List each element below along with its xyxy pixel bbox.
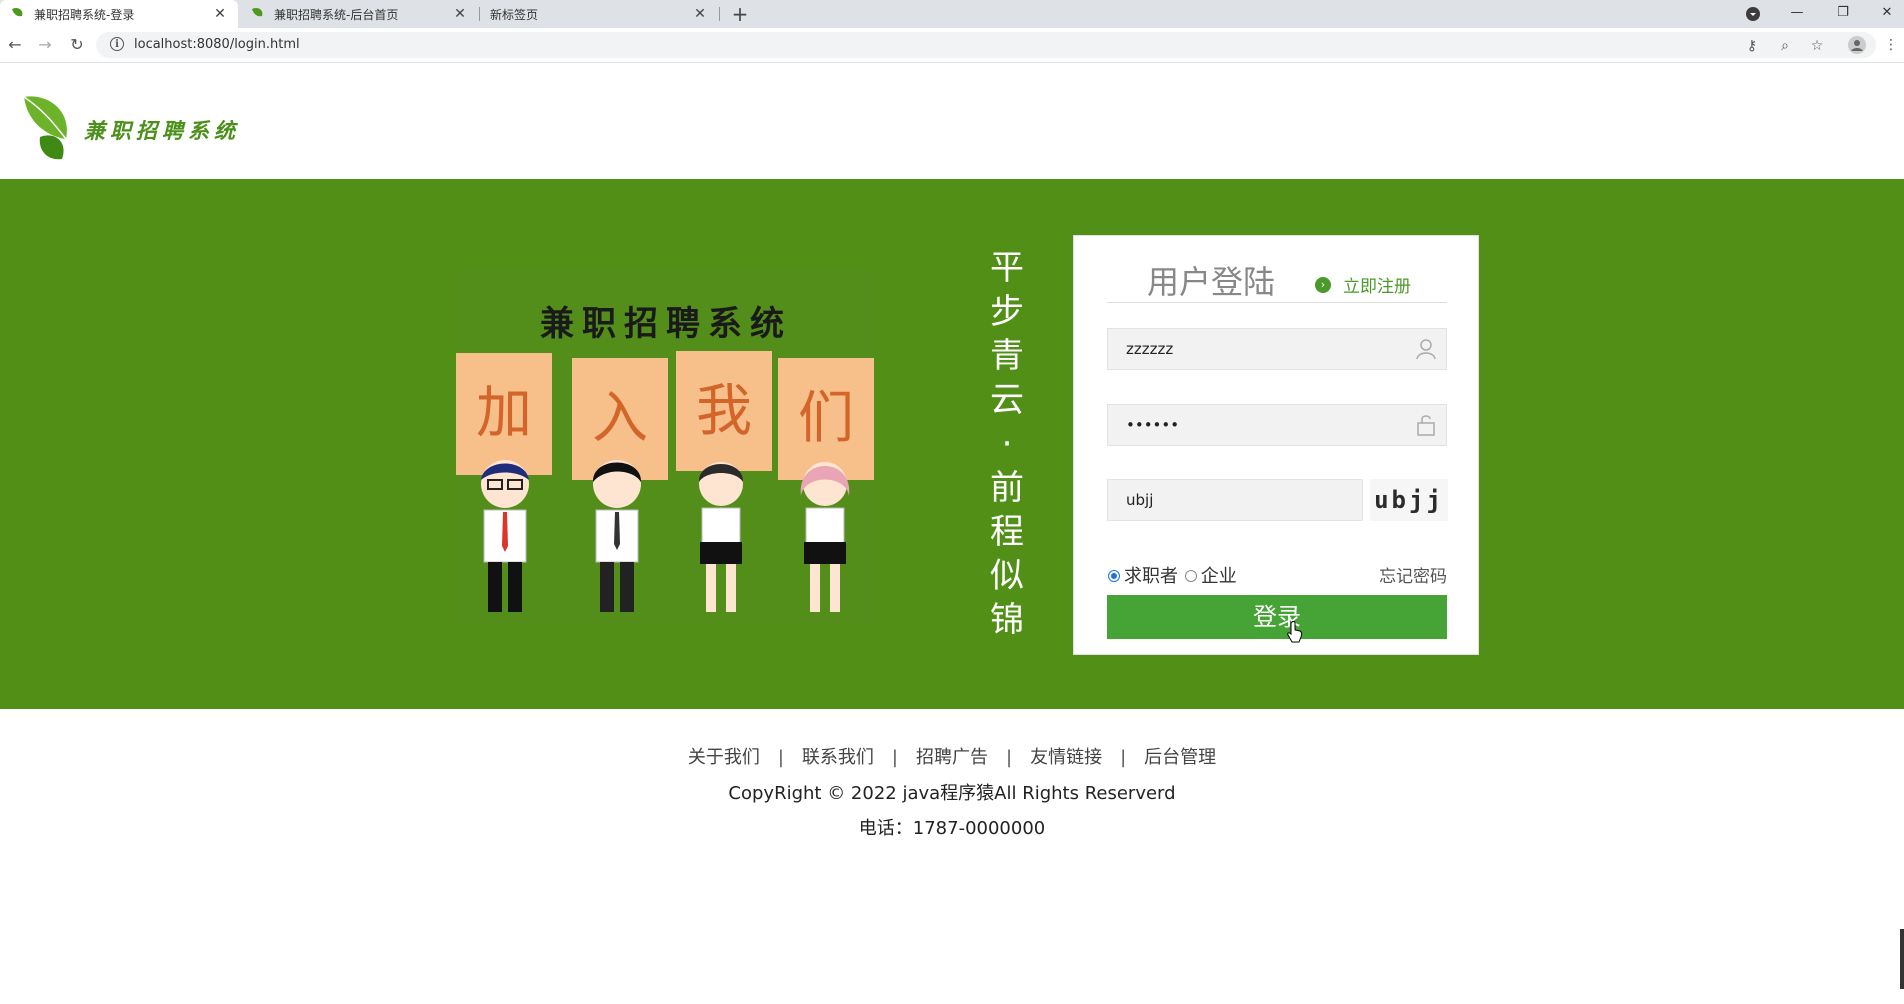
account-icon[interactable] bbox=[1848, 36, 1866, 54]
promo-title: 兼职招聘系统 bbox=[540, 304, 792, 344]
person-illustration bbox=[481, 460, 529, 612]
register-link[interactable]: › 立即注册 bbox=[1315, 272, 1411, 297]
close-icon[interactable]: ✕ bbox=[452, 6, 468, 22]
slogan-char: 步 bbox=[990, 292, 1024, 332]
footer-link-contact[interactable]: 联系我们 bbox=[802, 747, 874, 768]
slogan-char: 似 bbox=[990, 556, 1024, 596]
footer-link-friend-links[interactable]: 友情链接 bbox=[1030, 747, 1102, 768]
user-icon bbox=[1416, 339, 1436, 360]
browser-tab-bar: 兼职招聘系统-登录 ✕ 兼职招聘系统-后台首页 ✕ 新标签页 ✕ + — ❐ ✕ bbox=[0, 0, 1904, 28]
phone-text: 电话：1787-0000000 bbox=[858, 818, 1046, 839]
footer-link-recruit-ads[interactable]: 招聘广告 bbox=[916, 747, 988, 768]
forward-icon[interactable]: → bbox=[34, 34, 56, 56]
slogan-char: 锦 bbox=[990, 600, 1024, 640]
hand-cursor-icon bbox=[1287, 621, 1303, 643]
close-icon[interactable]: ✕ bbox=[692, 6, 708, 22]
key-icon[interactable]: ⚷ bbox=[1743, 37, 1761, 55]
promo-sign: 我 bbox=[676, 351, 772, 471]
tab-new-tab[interactable]: 新标签页 ✕ bbox=[480, 0, 718, 28]
username-field[interactable]: zzzzzz bbox=[1107, 328, 1447, 370]
leaf-favicon-icon bbox=[12, 7, 23, 17]
slogan-char: 程 bbox=[990, 512, 1024, 552]
restore-icon[interactable]: ❐ bbox=[1826, 0, 1860, 28]
reload-icon[interactable]: ↻ bbox=[66, 34, 88, 56]
login-button[interactable]: 登录 bbox=[1107, 595, 1447, 643]
tab-title: 新标签页 bbox=[490, 7, 539, 22]
tab-divider bbox=[719, 7, 720, 21]
url-text[interactable]: localhost:8080/login.html bbox=[134, 37, 300, 52]
tab-title: 兼职招聘系统-后台首页 bbox=[274, 7, 399, 22]
tab-login[interactable]: 兼职招聘系统-登录 ✕ bbox=[0, 0, 238, 28]
footer-divider: | bbox=[1120, 747, 1127, 768]
person-illustration bbox=[592, 460, 642, 612]
login-title: 用户登陆 bbox=[1147, 263, 1276, 301]
password-value: •••••• bbox=[1126, 416, 1180, 434]
hero-banner: 兼职招聘系统 加 入 我 们 平 步 青 云 · 前 程 似 锦 用户登陆 › … bbox=[0, 179, 1904, 709]
scrollbar-thumb[interactable] bbox=[1900, 929, 1904, 989]
captcha-input-value: ubjj bbox=[1126, 491, 1154, 509]
new-tab-button[interactable]: + bbox=[728, 0, 752, 28]
minimize-icon[interactable]: — bbox=[1780, 0, 1814, 28]
username-value: zzzzzz bbox=[1126, 340, 1174, 358]
profile-menu-icon[interactable] bbox=[1736, 0, 1770, 28]
tab-title: 兼职招聘系统-登录 bbox=[34, 7, 135, 22]
footer-divider: | bbox=[777, 747, 784, 768]
slogan-char: 云 bbox=[990, 380, 1024, 420]
bookmark-star-icon[interactable]: ☆ bbox=[1808, 37, 1826, 55]
forgot-password-link[interactable]: 忘记密码 bbox=[1379, 562, 1447, 587]
role-option-jobseeker[interactable]: 求职者 bbox=[1107, 566, 1184, 587]
site-info-icon[interactable]: i bbox=[110, 37, 124, 51]
arrow-right-icon: › bbox=[1315, 276, 1331, 293]
captcha-input[interactable]: ubjj bbox=[1107, 479, 1363, 521]
person-illustration bbox=[800, 462, 850, 612]
slogan-char: 青 bbox=[990, 336, 1024, 376]
person-illustration bbox=[698, 462, 744, 612]
zoom-icon[interactable]: ⌕ bbox=[1776, 37, 1794, 55]
slogan-vertical: 平 步 青 云 · 前 程 似 锦 bbox=[985, 246, 1029, 642]
password-field[interactable]: •••••• bbox=[1107, 404, 1447, 446]
leaf-favicon-icon bbox=[252, 7, 263, 17]
footer-links: 关于我们 | 联系我们 | 招聘广告 | 友情链接 | 后台管理 bbox=[0, 743, 1904, 769]
slogan-char: 平 bbox=[990, 248, 1024, 288]
role-selector: 求职者 企业 忘记密码 bbox=[1107, 562, 1447, 587]
window-close-icon[interactable]: ✕ bbox=[1870, 0, 1904, 28]
slogan-char: · bbox=[1001, 424, 1013, 464]
register-label: 立即注册 bbox=[1343, 277, 1411, 297]
leaf-logo-icon[interactable] bbox=[22, 93, 72, 161]
more-menu-icon[interactable]: ⋮ bbox=[1882, 36, 1900, 54]
slogan-char: 前 bbox=[990, 468, 1024, 508]
radio-unchecked-icon[interactable] bbox=[1184, 569, 1197, 582]
tab-admin-home[interactable]: 兼职招聘系统-后台首页 ✕ bbox=[240, 0, 478, 28]
login-card: 用户登陆 › 立即注册 zzzzzz •••••• ubjj ubjj 求职者 … bbox=[1073, 235, 1479, 655]
site-footer: 关于我们 | 联系我们 | 招聘广告 | 友情链接 | 后台管理 CopyRight © 202… bbox=[0, 709, 1904, 1004]
footer-divider: | bbox=[1006, 747, 1013, 768]
site-header: 兼职招聘系统 bbox=[0, 63, 1904, 179]
omnibox[interactable]: i localhost:8080/login.html ⚷ ⌕ ☆ bbox=[96, 32, 1876, 58]
captcha-image[interactable]: ubjj bbox=[1370, 479, 1448, 521]
role-label: 求职者 bbox=[1124, 566, 1178, 587]
radio-checked-icon[interactable] bbox=[1108, 569, 1120, 582]
role-label: 企业 bbox=[1200, 566, 1237, 587]
footer-link-admin[interactable]: 后台管理 bbox=[1144, 747, 1216, 768]
copyright-text: CopyRight © 2022 java程序猿All Rights Reser… bbox=[728, 783, 1176, 804]
close-icon[interactable]: ✕ bbox=[212, 6, 228, 22]
back-icon[interactable]: ← bbox=[4, 34, 26, 56]
logo-text[interactable]: 兼职招聘系统 bbox=[84, 115, 240, 145]
footer-divider: | bbox=[891, 747, 898, 768]
footer-link-about[interactable]: 关于我们 bbox=[688, 747, 760, 768]
promo-image: 兼职招聘系统 加 入 我 们 bbox=[456, 268, 876, 624]
lock-icon bbox=[1417, 415, 1435, 436]
address-bar: ← → ↻ i localhost:8080/login.html ⚷ ⌕ ☆ … bbox=[0, 28, 1904, 63]
role-option-company[interactable]: 企业 bbox=[1184, 566, 1237, 587]
login-card-header: 用户登陆 › 立即注册 bbox=[1107, 262, 1447, 303]
